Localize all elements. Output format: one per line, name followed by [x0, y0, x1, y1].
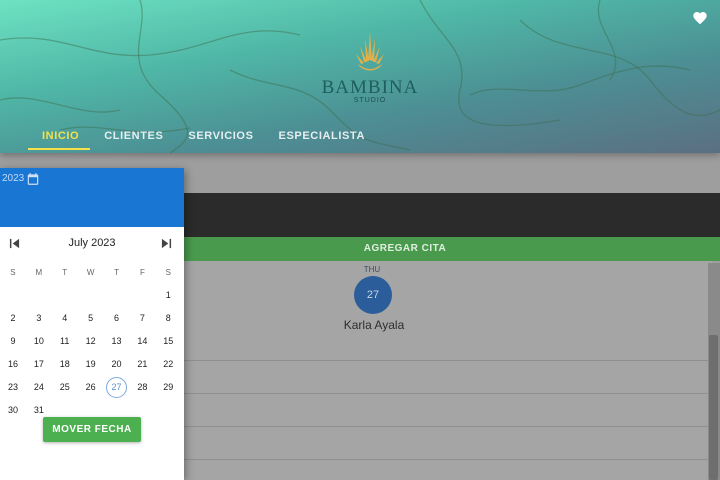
day-cell[interactable]: 3 [26, 307, 52, 330]
day-cell[interactable]: 22 [155, 353, 181, 376]
schedule-row-divider [183, 393, 708, 394]
main-nav: INICIO CLIENTES SERVICIOS ESPECIALISTA [28, 128, 376, 150]
day-cell[interactable]: 15 [155, 330, 181, 353]
day-cell[interactable]: 9 [0, 330, 26, 353]
day-cell[interactable]: 2 [0, 307, 26, 330]
weekday-label: F [139, 268, 145, 277]
specialist-name: Karla Ayala [343, 318, 405, 332]
week-row: 1 [0, 284, 182, 307]
nav-item-inicio[interactable]: INICIO [28, 128, 91, 150]
weekday-label: M [35, 268, 43, 277]
brand-logo[interactable]: BAMBINA STUDIO [320, 30, 420, 104]
day-number-badge[interactable]: 27 [354, 276, 392, 314]
calendar-icon[interactable] [26, 172, 40, 186]
nav-item-servicios[interactable]: SERVICIOS [174, 128, 264, 150]
crown-icon [356, 32, 384, 71]
move-date-button[interactable]: MOVER FECHA [43, 417, 141, 442]
calendar-grid: S M T W T F S 1 2 3 4 5 6 7 8 9 10 11 12… [0, 261, 182, 422]
schedule-row-divider [183, 459, 708, 460]
day-cell[interactable]: 17 [26, 353, 52, 376]
day-cell [0, 284, 26, 307]
week-row: 23 24 25 26 27 28 29 [0, 376, 182, 399]
month-navigation: July 2023 [0, 227, 184, 259]
weekday-label: W [86, 268, 95, 277]
day-cell-today[interactable]: 27 [104, 376, 130, 399]
schedule-row-divider [183, 360, 708, 361]
nav-item-especialista[interactable]: ESPECIALISTA [265, 128, 376, 150]
day-cell[interactable]: 11 [52, 330, 78, 353]
day-cell[interactable]: 14 [129, 330, 155, 353]
schedule-row-divider [183, 426, 708, 427]
week-row: 16 17 18 19 20 21 22 [0, 353, 182, 376]
brand-name: BAMBINA [321, 77, 419, 98]
day-cell[interactable]: 7 [129, 307, 155, 330]
day-cell[interactable]: 4 [52, 307, 78, 330]
day-cell [78, 284, 104, 307]
date-picker-dialog: 2023 July 2023 S M T W T F S 1 2 3 4 5 6… [0, 168, 184, 480]
year-label[interactable]: 2023 [2, 173, 24, 184]
day-cell [155, 399, 181, 422]
day-cell[interactable]: 29 [155, 376, 181, 399]
app-header: BAMBINA STUDIO INICIO CLIENTES SERVICIOS… [0, 0, 720, 153]
heart-icon[interactable] [692, 10, 708, 26]
day-cell [129, 284, 155, 307]
day-of-week-label: THU [363, 265, 381, 274]
date-picker-header: 2023 [0, 168, 184, 227]
weekday-label: S [10, 268, 16, 277]
weekday-label: T [62, 268, 68, 277]
day-cell[interactable]: 25 [52, 376, 78, 399]
weekday-header-row: S M T W T F S [0, 261, 182, 284]
day-cell[interactable]: 12 [78, 330, 104, 353]
day-cell[interactable]: 5 [78, 307, 104, 330]
day-cell[interactable]: 18 [52, 353, 78, 376]
day-cell[interactable]: 21 [129, 353, 155, 376]
day-cell[interactable]: 26 [78, 376, 104, 399]
week-row: 2 3 4 5 6 7 8 [0, 307, 182, 330]
day-cell[interactable]: 8 [155, 307, 181, 330]
day-cell[interactable]: 20 [104, 353, 130, 376]
day-cell [26, 284, 52, 307]
day-cell[interactable]: 30 [0, 399, 26, 422]
next-month-icon[interactable] [161, 238, 172, 249]
day-cell [104, 284, 130, 307]
day-cell[interactable]: 6 [104, 307, 130, 330]
scrollbar-thumb[interactable] [709, 335, 718, 480]
day-cell[interactable]: 19 [78, 353, 104, 376]
weekday-label: T [114, 268, 119, 277]
brand-subtitle: STUDIO [353, 97, 387, 104]
day-cell[interactable]: 24 [26, 376, 52, 399]
month-label: July 2023 [68, 237, 116, 249]
day-cell[interactable]: 23 [0, 376, 26, 399]
day-cell[interactable]: 16 [0, 353, 26, 376]
nav-item-clientes[interactable]: CLIENTES [90, 128, 174, 150]
day-cell[interactable]: 1 [155, 284, 181, 307]
day-cell [52, 284, 78, 307]
today-marker: 27 [106, 377, 127, 398]
day-cell[interactable]: 13 [104, 330, 130, 353]
week-row: 9 10 11 12 13 14 15 [0, 330, 182, 353]
day-cell[interactable]: 10 [26, 330, 52, 353]
day-cell[interactable]: 28 [129, 376, 155, 399]
weekday-label: S [165, 268, 171, 277]
